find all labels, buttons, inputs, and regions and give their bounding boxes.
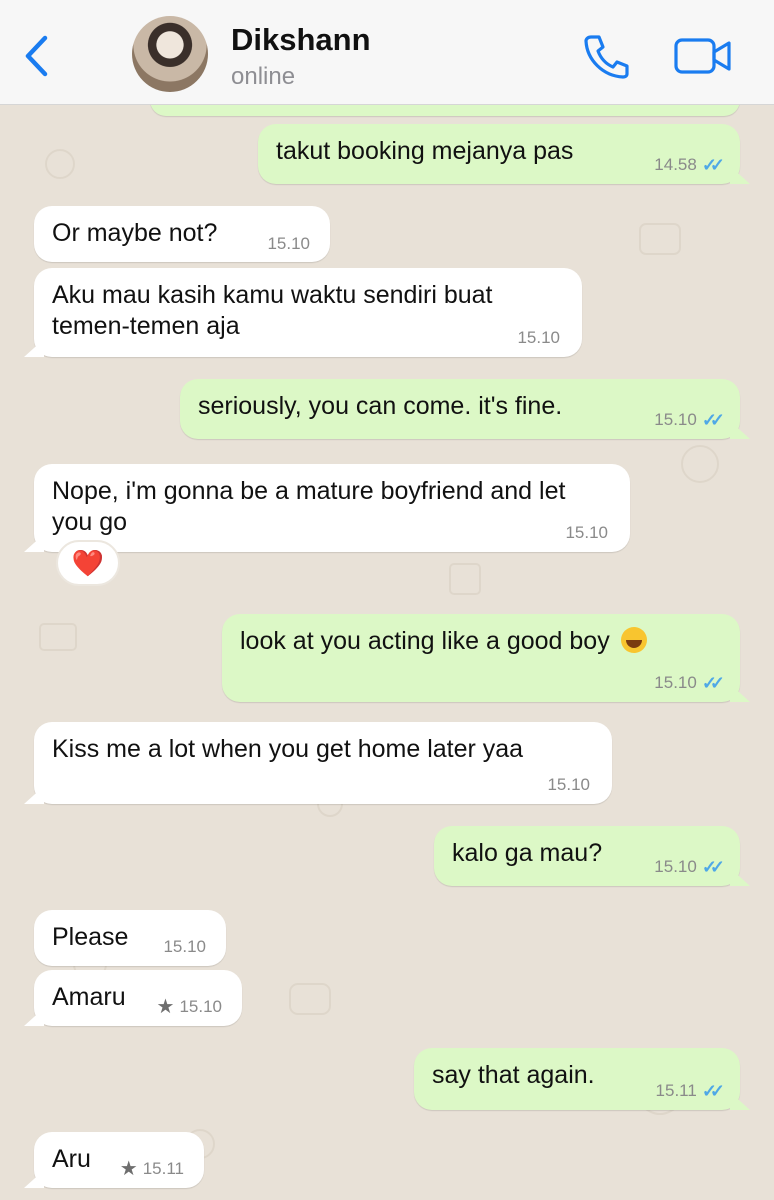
avatar[interactable] bbox=[132, 16, 208, 92]
message-time: 15.10 bbox=[547, 775, 590, 794]
message-incoming[interactable]: Please 15.10 bbox=[34, 910, 226, 966]
message-text: look at you acting like a good boy bbox=[240, 627, 610, 655]
contact-status: online bbox=[231, 63, 296, 90]
message-meta: 15.10 ✓✓ bbox=[654, 673, 725, 693]
message-text: kalo ga mau? bbox=[452, 839, 603, 867]
message-time: 15.10 bbox=[163, 937, 206, 956]
message-meta: 15.10 bbox=[547, 776, 590, 794]
message-meta: 15.10 ✓✓ bbox=[654, 857, 725, 877]
message-time: 15.10 bbox=[179, 997, 222, 1016]
message-meta: 15.10 bbox=[163, 938, 206, 956]
laughing-tears-emoji-icon bbox=[620, 627, 647, 653]
message-time: 14.58 bbox=[654, 155, 697, 174]
message-text: Kiss me a lot when you get home later ya… bbox=[52, 735, 524, 763]
message-meta: 15.10 ✓✓ bbox=[654, 410, 725, 430]
message-outgoing[interactable]: say that again. 15.11 ✓✓ bbox=[414, 1048, 740, 1110]
message-text: Please bbox=[52, 923, 129, 951]
star-icon: ★ bbox=[119, 1158, 138, 1180]
read-ticks-icon: ✓✓ bbox=[701, 673, 725, 693]
message-outgoing[interactable]: seriously, you can come. it's fine. 15.1… bbox=[180, 379, 740, 439]
read-ticks-icon: ✓✓ bbox=[701, 155, 725, 175]
message-time: 15.10 bbox=[517, 328, 560, 347]
message-meta: ★ 15.11 bbox=[119, 1158, 184, 1180]
message-incoming[interactable]: Amaru ★ 15.10 bbox=[34, 970, 242, 1026]
message-time: 15.10 bbox=[267, 234, 310, 253]
message-meta: 15.10 bbox=[565, 524, 608, 542]
message-meta: 15.10 bbox=[267, 235, 310, 253]
message-text: Nope, i'm gonna be a mature boyfriend an… bbox=[52, 477, 566, 536]
message-time: 15.10 bbox=[654, 410, 697, 429]
message-time: 15.10 bbox=[654, 673, 697, 692]
chat-header: Dikshann online bbox=[0, 0, 774, 105]
chat-area[interactable]: takut booking mejanya pas 14.58 ✓✓ Or ma… bbox=[0, 104, 774, 1200]
message-text: Aru bbox=[52, 1145, 91, 1173]
message-incoming[interactable]: Aru ★ 15.11 bbox=[34, 1132, 204, 1188]
message-text: takut booking mejanya pas bbox=[276, 137, 574, 165]
message-time: 15.11 bbox=[142, 1159, 184, 1178]
message-time: 15.10 bbox=[565, 523, 608, 542]
message-meta: 14.58 ✓✓ bbox=[654, 155, 725, 175]
heart-reaction-icon[interactable]: ❤️ bbox=[56, 540, 120, 586]
message-text: seriously, you can come. it's fine. bbox=[198, 392, 563, 420]
message-outgoing[interactable]: look at you acting like a good boy 15.10… bbox=[222, 614, 740, 702]
message-bubble-partial bbox=[150, 104, 740, 116]
message-incoming[interactable]: Nope, i'm gonna be a mature boyfriend an… bbox=[34, 464, 630, 552]
video-camera-icon[interactable] bbox=[674, 37, 732, 75]
phone-icon[interactable] bbox=[582, 33, 630, 79]
read-ticks-icon: ✓✓ bbox=[701, 1081, 725, 1101]
message-incoming[interactable]: Aku mau kasih kamu waktu sendiri buat te… bbox=[34, 268, 582, 357]
read-ticks-icon: ✓✓ bbox=[701, 857, 725, 877]
message-outgoing[interactable]: takut booking mejanya pas 14.58 ✓✓ bbox=[258, 124, 740, 184]
star-icon: ★ bbox=[156, 996, 175, 1018]
message-text: Aku mau kasih kamu waktu sendiri buat te… bbox=[52, 281, 493, 340]
message-meta: 15.10 bbox=[517, 329, 560, 347]
message-incoming[interactable]: Kiss me a lot when you get home later ya… bbox=[34, 722, 612, 804]
contact-name[interactable]: Dikshann bbox=[231, 22, 371, 58]
message-text: Or maybe not? bbox=[52, 219, 218, 247]
message-meta: 15.11 ✓✓ bbox=[655, 1081, 726, 1101]
read-ticks-icon: ✓✓ bbox=[701, 410, 725, 430]
message-time: 15.11 bbox=[655, 1081, 697, 1100]
message-text: Amaru bbox=[52, 983, 126, 1011]
message-incoming[interactable]: Or maybe not? 15.10 bbox=[34, 206, 330, 262]
message-text: say that again. bbox=[432, 1061, 595, 1089]
chevron-left-icon[interactable] bbox=[18, 34, 54, 78]
message-meta: ★ 15.10 bbox=[156, 996, 222, 1018]
message-outgoing[interactable]: kalo ga mau? 15.10 ✓✓ bbox=[434, 826, 740, 886]
message-time: 15.10 bbox=[654, 857, 697, 876]
